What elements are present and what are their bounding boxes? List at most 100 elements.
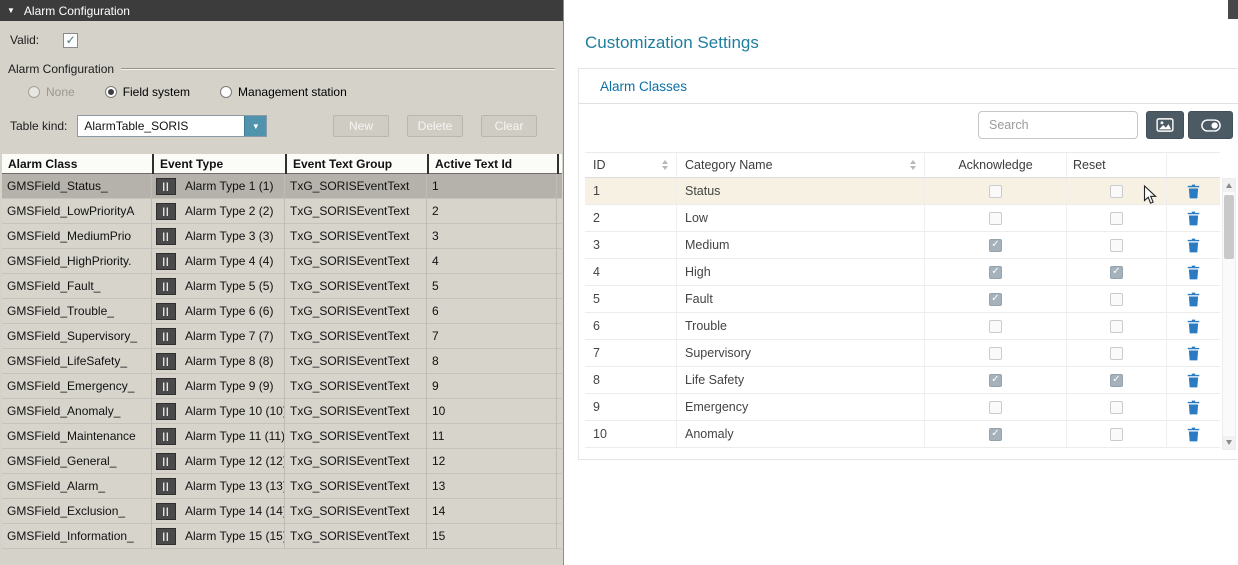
delete-icon[interactable] bbox=[1187, 373, 1200, 388]
delete-icon[interactable] bbox=[1187, 319, 1200, 334]
alarm-table-row[interactable]: GMSField_Emergency_ || Alarm Type 9 (9) … bbox=[2, 374, 562, 399]
event-type-detail-button[interactable]: || bbox=[156, 328, 176, 345]
radio-field-system[interactable]: Field system bbox=[105, 85, 190, 99]
event-type-detail-button[interactable]: || bbox=[156, 428, 176, 445]
acknowledge-checkbox[interactable] bbox=[989, 347, 1002, 360]
alarm-class-row[interactable]: 9 Emergency bbox=[585, 394, 1220, 421]
reset-checkbox[interactable] bbox=[1110, 293, 1123, 306]
table-scrollbar[interactable] bbox=[1222, 178, 1236, 450]
event-type-detail-button[interactable]: || bbox=[156, 403, 176, 420]
active-text-id-cell: 15 bbox=[427, 524, 557, 549]
reset-checkbox[interactable] bbox=[1110, 401, 1123, 414]
acknowledge-checkbox[interactable] bbox=[989, 374, 1002, 387]
alarm-table-row[interactable]: GMSField_Anomaly_ || Alarm Type 10 (10) … bbox=[2, 399, 562, 424]
search-input[interactable] bbox=[978, 111, 1138, 139]
alarm-class-row[interactable]: 10 Anomaly bbox=[585, 421, 1220, 448]
delete-icon[interactable] bbox=[1187, 265, 1200, 280]
event-type-detail-button[interactable]: || bbox=[156, 503, 176, 520]
event-type-detail-button[interactable]: || bbox=[156, 253, 176, 270]
alarm-table-row[interactable]: GMSField_LowPriorityA || Alarm Type 2 (2… bbox=[2, 199, 562, 224]
table-kind-combobox[interactable]: AlarmTable_SORIS ▼ bbox=[77, 115, 267, 137]
column-header-id[interactable]: ID bbox=[585, 153, 677, 177]
alarm-table-row[interactable]: GMSField_Fault_ || Alarm Type 5 (5) TxG_… bbox=[2, 274, 562, 299]
alarm-table-row[interactable]: GMSField_General_ || Alarm Type 12 (12) … bbox=[2, 449, 562, 474]
alarm-table-row[interactable]: GMSField_Status_ || Alarm Type 1 (1) TxG… bbox=[2, 174, 562, 199]
alarm-table-header: Alarm Class Event Type Event Text Group … bbox=[2, 154, 562, 174]
collapse-triangle-icon[interactable]: ▼ bbox=[7, 7, 15, 15]
alarm-table-row[interactable]: GMSField_MediumPrio || Alarm Type 3 (3) … bbox=[2, 224, 562, 249]
valid-label: Valid: bbox=[10, 33, 39, 47]
delete-icon[interactable] bbox=[1187, 346, 1200, 361]
event-type-detail-button[interactable]: || bbox=[156, 478, 176, 495]
alarm-table-row[interactable]: GMSField_LifeSafety_ || Alarm Type 8 (8)… bbox=[2, 349, 562, 374]
delete-icon[interactable] bbox=[1187, 427, 1200, 442]
reset-checkbox[interactable] bbox=[1110, 266, 1123, 279]
active-text-id-cell: 12 bbox=[427, 449, 557, 474]
alarm-table-row[interactable]: GMSField_Maintenance || Alarm Type 11 (1… bbox=[2, 424, 562, 449]
radio-management-station[interactable]: Management station bbox=[220, 85, 347, 99]
delete-icon[interactable] bbox=[1187, 184, 1200, 199]
acknowledge-checkbox[interactable] bbox=[989, 185, 1002, 198]
alarm-class-cell: GMSField_Anomaly_ bbox=[2, 399, 152, 424]
acknowledge-checkbox[interactable] bbox=[989, 239, 1002, 252]
event-type-detail-button[interactable]: || bbox=[156, 203, 176, 220]
tab-alarm-classes[interactable]: Alarm Classes bbox=[579, 79, 687, 94]
alarm-class-row[interactable]: 3 Medium bbox=[585, 232, 1220, 259]
delete-button[interactable]: Delete bbox=[407, 115, 463, 137]
reset-checkbox[interactable] bbox=[1110, 320, 1123, 333]
column-header-event-type: Event Type bbox=[152, 154, 285, 174]
alarm-class-row[interactable]: 4 High bbox=[585, 259, 1220, 286]
toggle-view-button[interactable] bbox=[1188, 111, 1233, 139]
reset-checkbox[interactable] bbox=[1110, 185, 1123, 198]
event-type-detail-button[interactable]: || bbox=[156, 178, 176, 195]
delete-icon[interactable] bbox=[1187, 400, 1200, 415]
event-type-detail-button[interactable]: || bbox=[156, 228, 176, 245]
new-button[interactable]: New bbox=[333, 115, 389, 137]
alarm-table-row[interactable]: GMSField_Exclusion_ || Alarm Type 14 (14… bbox=[2, 499, 562, 524]
clear-button[interactable]: Clear bbox=[481, 115, 537, 137]
reset-checkbox[interactable] bbox=[1110, 239, 1123, 252]
acknowledge-checkbox[interactable] bbox=[989, 293, 1002, 306]
reset-checkbox[interactable] bbox=[1110, 428, 1123, 441]
radio-none[interactable]: None bbox=[28, 85, 75, 99]
alarm-table-row[interactable]: GMSField_HighPriority. || Alarm Type 4 (… bbox=[2, 249, 562, 274]
event-type-detail-button[interactable]: || bbox=[156, 303, 176, 320]
scroll-up-arrow[interactable] bbox=[1223, 179, 1235, 192]
image-view-button[interactable] bbox=[1146, 111, 1184, 139]
scrollbar-thumb[interactable] bbox=[1224, 195, 1234, 259]
event-type-detail-button[interactable]: || bbox=[156, 378, 176, 395]
delete-icon[interactable] bbox=[1187, 211, 1200, 226]
column-header-category-name[interactable]: Category Name bbox=[677, 153, 925, 177]
acknowledge-checkbox[interactable] bbox=[989, 428, 1002, 441]
event-type-detail-button[interactable]: || bbox=[156, 453, 176, 470]
panel-header[interactable]: ▼ Alarm Configuration bbox=[0, 0, 563, 21]
reset-checkbox[interactable] bbox=[1110, 374, 1123, 387]
acknowledge-checkbox[interactable] bbox=[989, 212, 1002, 225]
valid-checkbox[interactable]: ✓ bbox=[63, 33, 78, 48]
alarm-class-row[interactable]: 8 Life Safety bbox=[585, 367, 1220, 394]
active-text-id-cell: 14 bbox=[427, 499, 557, 524]
delete-icon[interactable] bbox=[1187, 292, 1200, 307]
acknowledge-checkbox[interactable] bbox=[989, 320, 1002, 333]
alarm-table-row[interactable]: GMSField_Supervisory_ || Alarm Type 7 (7… bbox=[2, 324, 562, 349]
event-type-detail-button[interactable]: || bbox=[156, 278, 176, 295]
alarm-class-row[interactable]: 6 Trouble bbox=[585, 313, 1220, 340]
alarm-class-row[interactable]: 7 Supervisory bbox=[585, 340, 1220, 367]
dropdown-arrow-icon[interactable]: ▼ bbox=[244, 116, 266, 136]
alarm-class-row[interactable]: 5 Fault bbox=[585, 286, 1220, 313]
acknowledge-checkbox[interactable] bbox=[989, 266, 1002, 279]
reset-checkbox[interactable] bbox=[1110, 347, 1123, 360]
event-type-detail-button[interactable]: || bbox=[156, 528, 176, 545]
alarm-class-row[interactable]: 2 Low bbox=[585, 205, 1220, 232]
delete-icon[interactable] bbox=[1187, 238, 1200, 253]
alarm-class-row[interactable]: 1 Status bbox=[585, 178, 1220, 205]
scroll-down-arrow[interactable] bbox=[1223, 436, 1235, 449]
alarm-table-row[interactable]: GMSField_Information_ || Alarm Type 15 (… bbox=[2, 524, 562, 549]
event-type-detail-button[interactable]: || bbox=[156, 353, 176, 370]
event-text-group-cell: TxG_SORISEventText bbox=[285, 524, 427, 549]
alarm-table-row[interactable]: GMSField_Alarm_ || Alarm Type 13 (13) Tx… bbox=[2, 474, 562, 499]
reset-checkbox[interactable] bbox=[1110, 212, 1123, 225]
acknowledge-checkbox[interactable] bbox=[989, 401, 1002, 414]
alarm-configuration-group: Alarm Configuration None Field system Ma… bbox=[8, 62, 555, 99]
alarm-table-row[interactable]: GMSField_Trouble_ || Alarm Type 6 (6) Tx… bbox=[2, 299, 562, 324]
